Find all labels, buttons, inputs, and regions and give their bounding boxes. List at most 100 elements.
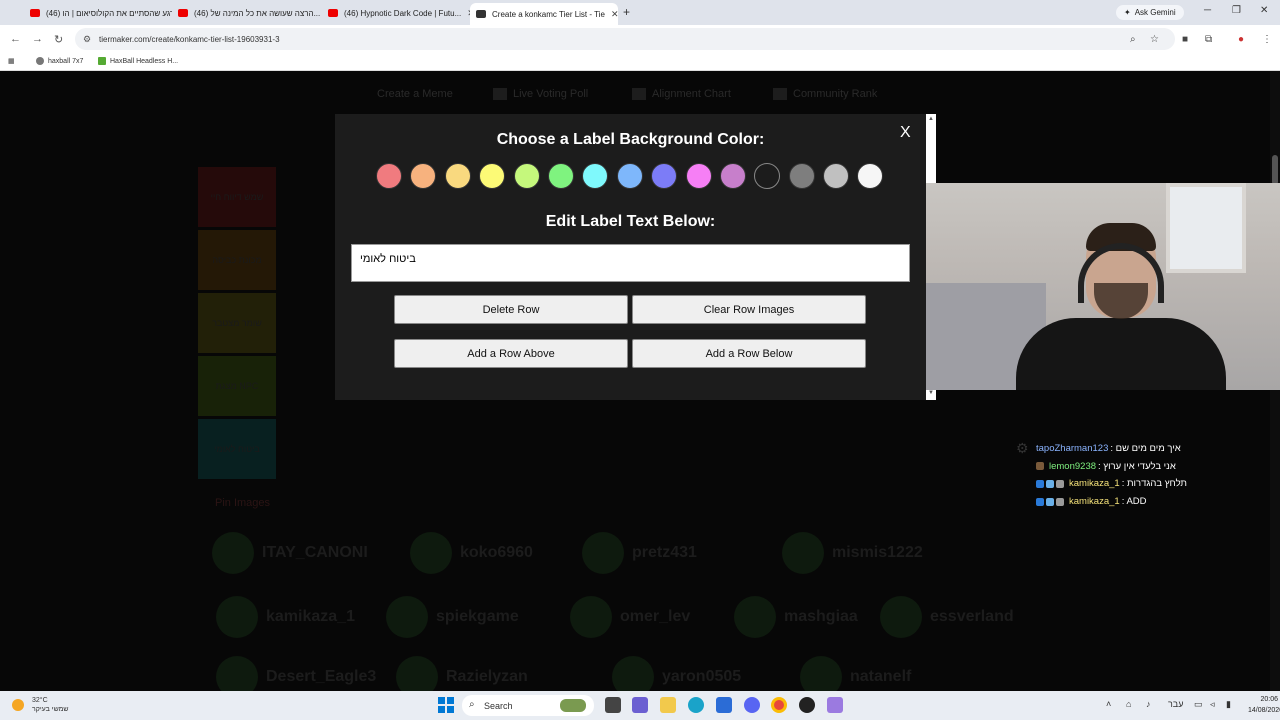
extensions-puzzle-icon[interactable]: ⧉ xyxy=(1205,34,1212,45)
nav-create-meme[interactable]: Create a Meme xyxy=(377,88,453,100)
item-name: Razielyzan xyxy=(446,668,528,685)
close-tab-icon[interactable]: ✕ xyxy=(461,8,470,19)
color-swatch-purple[interactable] xyxy=(719,163,746,189)
tiermaker-icon xyxy=(476,10,486,18)
task-view-icon[interactable] xyxy=(605,697,621,713)
color-swatch-light-blue[interactable] xyxy=(616,163,643,189)
tier-label-1[interactable]: שמש דיווח חיי xyxy=(198,167,276,227)
mic-icon[interactable]: ♪ xyxy=(1146,699,1151,709)
taskbar-clock[interactable]: 20:06 14/08/2026 xyxy=(1248,694,1280,716)
color-swatch-light-orange[interactable] xyxy=(444,163,471,189)
taskbar-search[interactable]: ⌕ Search xyxy=(462,695,594,716)
store-icon[interactable] xyxy=(716,697,732,713)
back-icon[interactable]: ← xyxy=(10,33,21,45)
file-explorer-icon[interactable] xyxy=(660,697,676,713)
color-swatch-light-gray[interactable] xyxy=(823,163,850,189)
obs-icon[interactable] xyxy=(799,697,815,713)
tier-item[interactable]: pretz431 xyxy=(582,532,697,574)
color-swatch-red[interactable] xyxy=(376,163,402,189)
display-icon[interactable]: ▭ xyxy=(1194,699,1203,710)
tier-label-2[interactable]: מכונת כביסה xyxy=(198,230,276,290)
tier-item[interactable]: omer_lev xyxy=(570,596,690,638)
language-indicator[interactable]: עבר xyxy=(1168,699,1183,709)
reload-icon[interactable]: ↻ xyxy=(54,33,63,46)
chrome-icon[interactable] xyxy=(771,697,787,713)
page-scrollbar-thumb[interactable] xyxy=(1272,155,1278,185)
color-swatch-green[interactable] xyxy=(547,163,574,189)
search-label: Search xyxy=(484,700,513,711)
weather-temp: 32°C xyxy=(32,697,48,704)
tier-item[interactable]: mismis1222 xyxy=(782,532,923,574)
add-row-above-button[interactable]: Add a Row Above xyxy=(394,339,628,368)
tier-item[interactable]: kamikaza_1 xyxy=(216,596,355,638)
scroll-down-icon[interactable]: ▼ xyxy=(928,390,934,396)
bookmark-haxball[interactable]: haxball 7x7 xyxy=(36,57,83,65)
maximize-icon[interactable]: ❐ xyxy=(1232,5,1241,16)
color-swatch-gray[interactable] xyxy=(788,163,815,189)
color-swatch-white[interactable] xyxy=(857,163,884,189)
modal-title: Choose a Label Background Color: xyxy=(496,131,765,148)
color-swatch-yellow[interactable] xyxy=(479,163,506,189)
search-icon: ⌕ xyxy=(469,699,475,710)
browser-tab-1[interactable]: (46) הרגע שהסתיים את הקולוסיאום | הו... … xyxy=(24,3,172,23)
avatar xyxy=(880,596,922,638)
new-tab-button[interactable]: + xyxy=(623,5,630,19)
color-swatch-black[interactable] xyxy=(754,163,781,189)
youtube-icon xyxy=(328,9,338,17)
color-swatch-lime[interactable] xyxy=(513,163,540,189)
color-swatch-orange[interactable] xyxy=(410,163,437,189)
label-text-input[interactable]: ביטוח לאומי xyxy=(351,244,910,282)
nav-alignment-chart[interactable]: Alignment Chart xyxy=(632,88,731,100)
browser-tab-bar: (46) הרגע שהסתיים את הקולוסיאום | הו... … xyxy=(0,0,1280,25)
tier-item[interactable]: mashgiaa xyxy=(734,596,858,638)
color-swatch-magenta[interactable] xyxy=(685,163,712,189)
url-field[interactable]: tiermaker.com/create/konkamc-tier-list-1… xyxy=(75,28,1175,50)
browser-tab-3[interactable]: (46) Hypnotic Dark Code | Futu... ✕ xyxy=(322,3,470,23)
chat-settings-icon: ⚙ xyxy=(1016,440,1029,456)
scroll-up-icon[interactable]: ▲ xyxy=(928,116,934,122)
app-icon[interactable] xyxy=(827,697,843,713)
minimize-icon[interactable]: ─ xyxy=(1204,5,1211,16)
pin-images-toggle[interactable]: Pin Images xyxy=(215,497,270,509)
delete-row-button[interactable]: Delete Row xyxy=(394,295,628,324)
color-swatch-cyan[interactable] xyxy=(582,163,609,189)
discord-icon[interactable] xyxy=(744,697,760,713)
windows-start-icon[interactable] xyxy=(438,697,454,713)
extension-icon[interactable]: ■ xyxy=(1182,34,1188,45)
add-row-below-button[interactable]: Add a Row Below xyxy=(632,339,866,368)
edge-icon[interactable] xyxy=(688,697,704,713)
profile-avatar[interactable]: ● xyxy=(1238,34,1244,45)
network-tray-icon[interactable]: ⌂ xyxy=(1126,699,1131,709)
site-info-icon[interactable]: ⚙ xyxy=(83,34,91,45)
tray-chevron-icon[interactable]: ˄ xyxy=(1106,699,1111,709)
browser-tab-4[interactable]: Create a konkamc Tier List - Tie ✕ xyxy=(470,3,618,25)
tier-label-4[interactable]: מצגת NPC xyxy=(198,356,276,416)
nav-label: Alignment Chart xyxy=(652,88,731,100)
weather-widget[interactable]: 32°C שמשי בעיקר xyxy=(12,696,69,714)
volume-icon[interactable]: ◃ xyxy=(1210,699,1215,710)
tier-item[interactable]: spiekgame xyxy=(386,596,519,638)
bookmark-haxball-headless[interactable]: HaxBall Headless H... xyxy=(98,57,178,65)
zoom-icon[interactable]: ⌕ xyxy=(1130,34,1136,45)
ask-gemini-button[interactable]: ✦ Ask Gemini xyxy=(1116,5,1184,20)
modal-close-button[interactable]: X xyxy=(900,124,911,142)
nav-live-voting-poll[interactable]: Live Voting Poll xyxy=(493,88,588,100)
chat-text: : תלחץ בהגדרות xyxy=(1121,478,1187,490)
bookmark-star-icon[interactable]: ☆ xyxy=(1150,34,1159,45)
tier-item[interactable]: koko6960 xyxy=(410,532,533,574)
menu-kebab-icon[interactable]: ⋮ xyxy=(1262,34,1272,45)
color-swatch-blue[interactable] xyxy=(651,163,678,189)
tier-label-5[interactable]: ביטוח לאומי xyxy=(198,419,276,479)
tier-label-3[interactable]: שומר מצטבר xyxy=(198,293,276,353)
apps-grid-icon[interactable]: ▦ xyxy=(8,57,15,65)
forward-icon[interactable]: → xyxy=(32,33,43,45)
browser-tab-2[interactable]: (46) הרצה שעושה את כל המינה של... ✕ xyxy=(172,3,320,23)
window-close-icon[interactable]: ✕ xyxy=(1260,5,1268,16)
teams-icon[interactable] xyxy=(632,697,648,713)
nav-community-rank[interactable]: Community Rank xyxy=(773,88,877,100)
battery-icon[interactable]: ▮ xyxy=(1226,699,1231,710)
clear-row-images-button[interactable]: Clear Row Images xyxy=(632,295,866,324)
tier-item[interactable]: essverland xyxy=(880,596,1014,638)
close-tab-icon[interactable]: ✕ xyxy=(605,9,618,20)
tier-item[interactable]: ITAY_CANONI xyxy=(212,532,368,574)
